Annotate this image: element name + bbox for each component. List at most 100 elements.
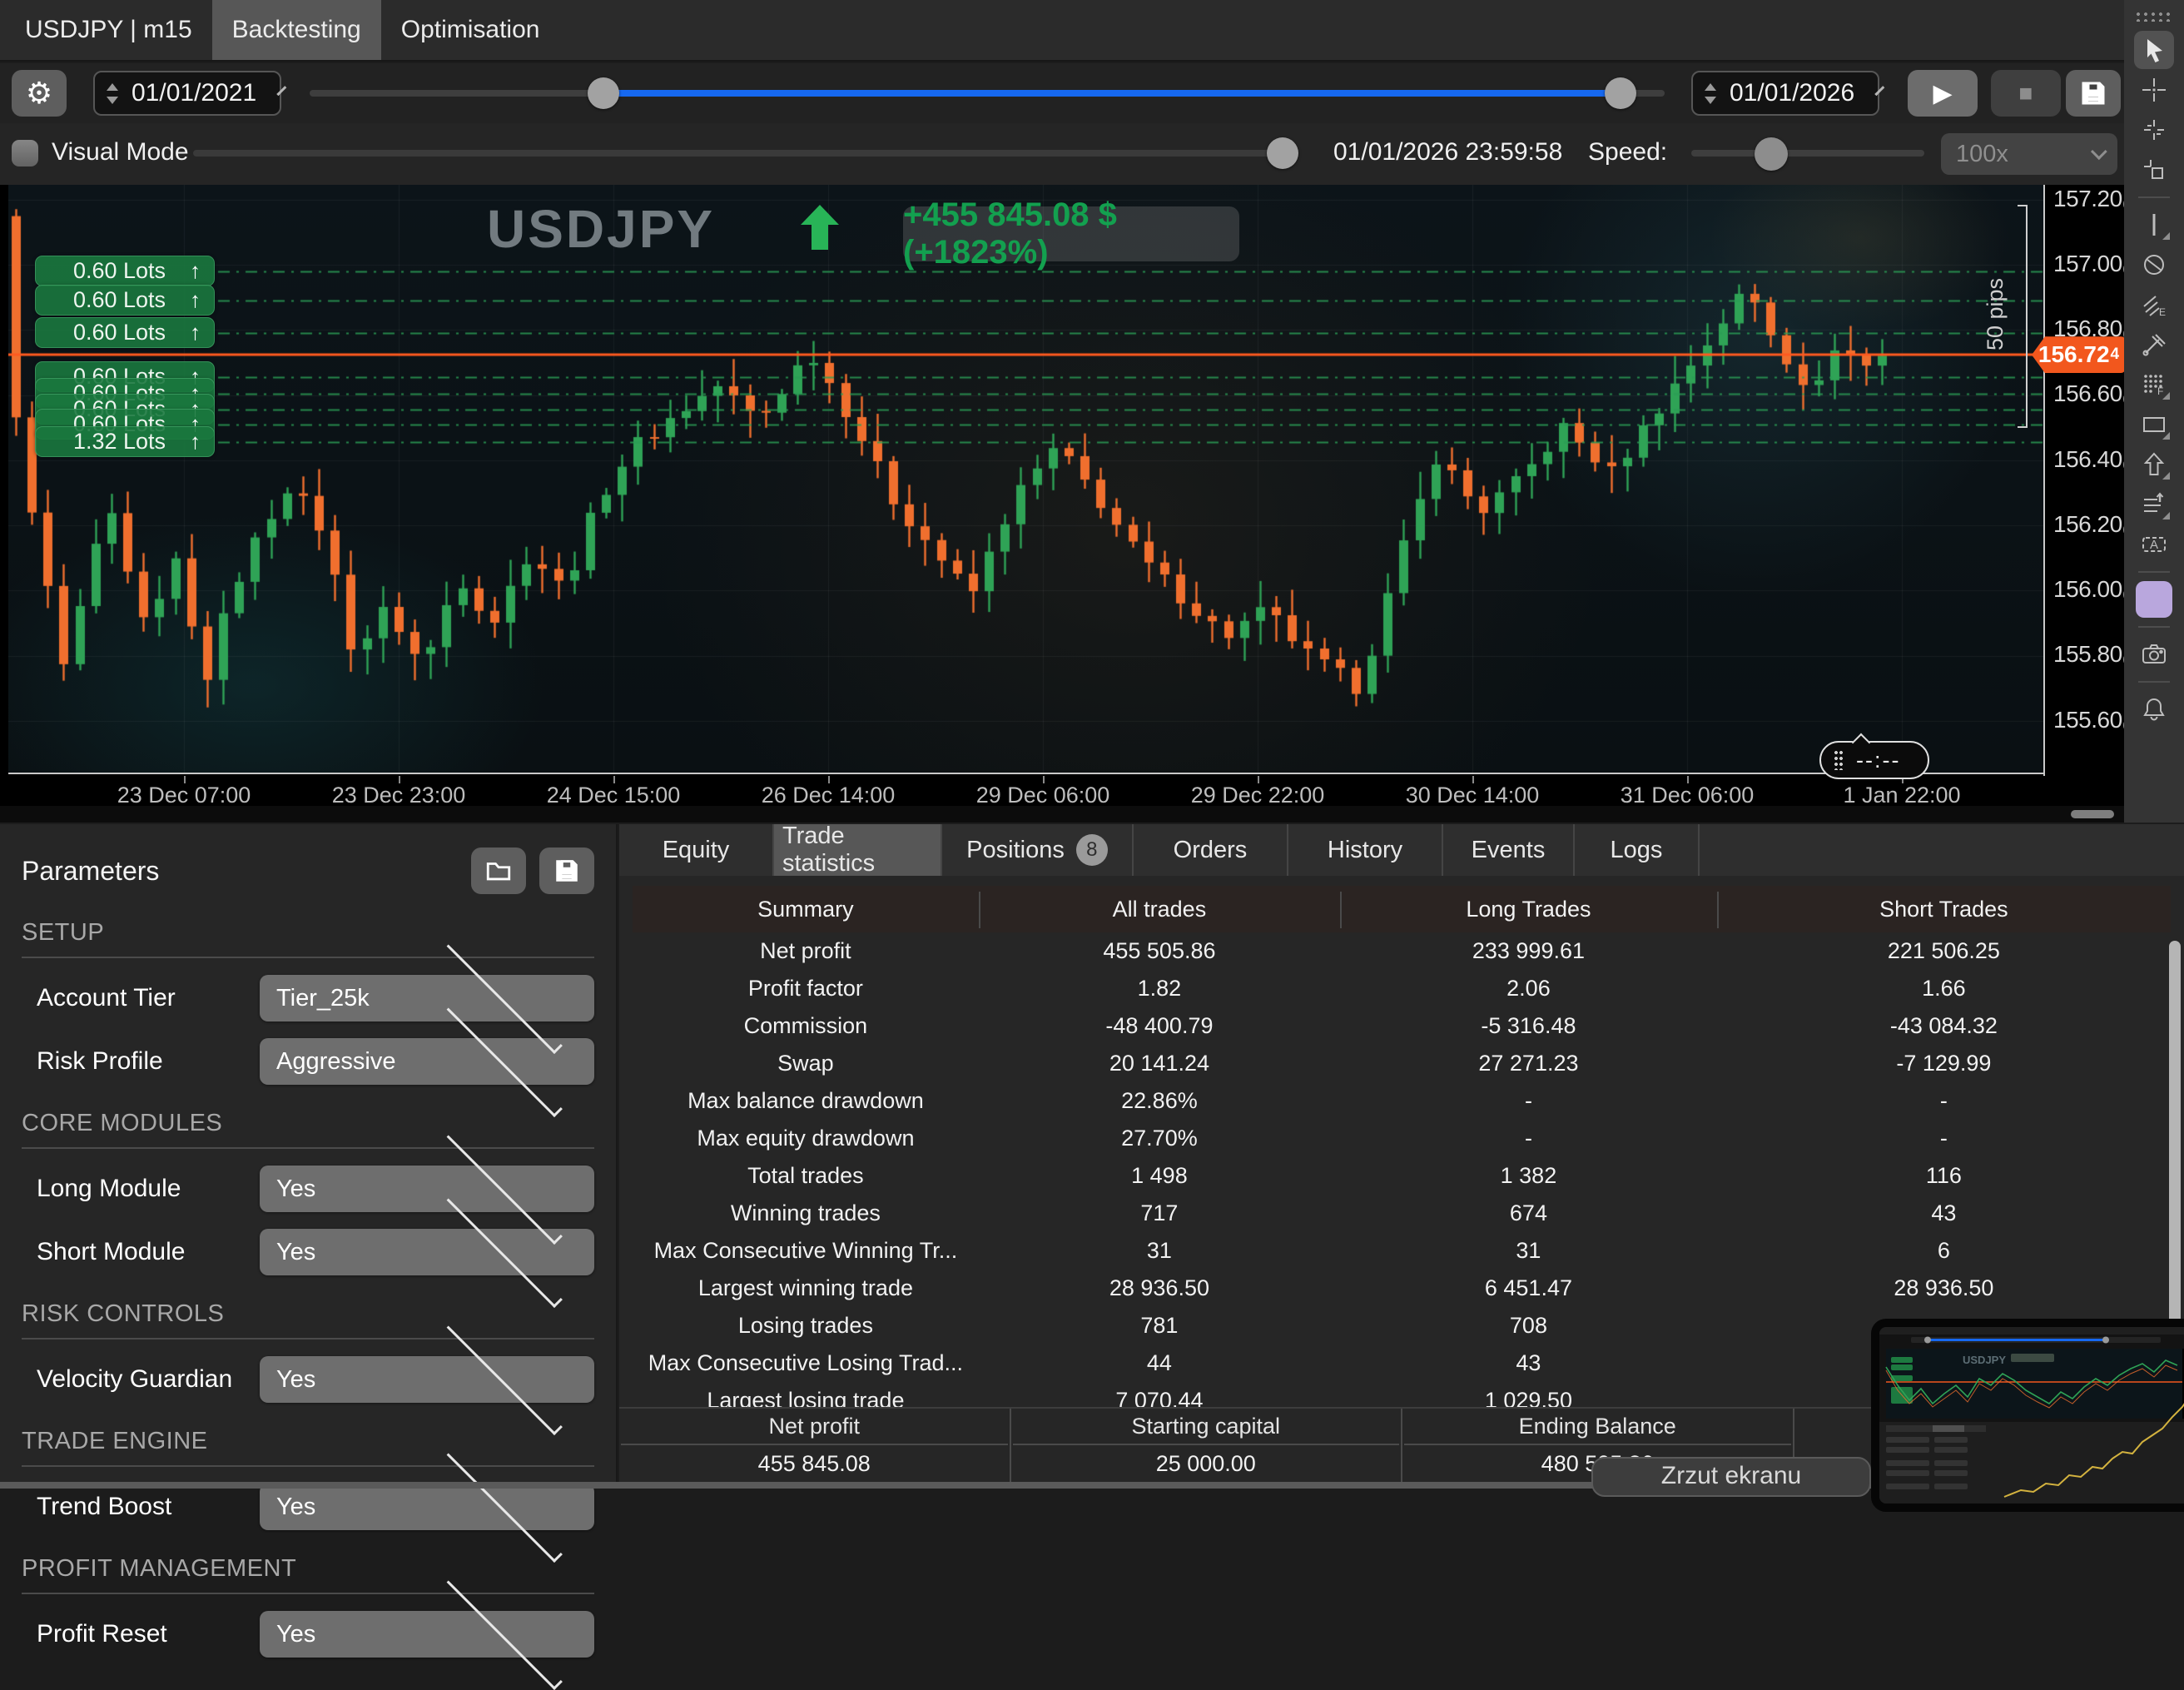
open-trade-label[interactable]: 1.32 Lots↑	[35, 426, 215, 457]
no-draw-icon	[2139, 250, 2169, 280]
parameter-select-account-tier[interactable]: Tier_25k	[260, 975, 594, 1021]
no-draw-tool-button[interactable]	[2134, 246, 2174, 284]
tab-equity[interactable]: Equity	[619, 824, 774, 876]
vertical-line-tool-button[interactable]	[2134, 206, 2174, 244]
chevron-down-icon	[446, 1320, 562, 1435]
color-swatch-button[interactable]	[2134, 580, 2174, 619]
window-tab-usdjpy-m15[interactable]: USDJPY | m15	[5, 0, 212, 60]
pitchfork-tool-button[interactable]	[2134, 326, 2174, 364]
speed-slider-track[interactable]	[1691, 150, 1924, 157]
range-slider-left-handle[interactable]	[588, 77, 619, 109]
parameter-select-profit-reset[interactable]: Yes	[260, 1611, 594, 1658]
range-slider-right-handle[interactable]	[1605, 77, 1636, 109]
camera-icon	[2139, 639, 2169, 669]
toolbar-divider	[2138, 196, 2170, 198]
footer-value: 25 000.00	[1011, 1445, 1402, 1482]
window-tab-backtesting[interactable]: Backtesting	[212, 0, 381, 60]
tab-logs[interactable]: Logs	[1575, 824, 1700, 876]
table-row: Swap20 141.2427 271.23-7 129.99	[633, 1045, 2171, 1082]
parameter-select-velocity-guardian[interactable]: Yes	[260, 1356, 594, 1403]
visual-mode-checkbox[interactable]	[12, 140, 38, 167]
save-run-button[interactable]	[2066, 70, 2121, 117]
rectangle-tool-button[interactable]	[2134, 405, 2174, 444]
parameter-select-value: Yes	[276, 1621, 426, 1648]
candlestick-canvas[interactable]	[8, 185, 2043, 774]
parameter-select-long-module[interactable]: Yes	[260, 1166, 594, 1212]
speed-select[interactable]: 100x	[1941, 133, 2117, 175]
settings-button[interactable]: ⚙	[12, 70, 67, 117]
parameter-select-risk-profile[interactable]: Aggressive	[260, 1038, 594, 1085]
playback-timestamp: 01/01/2026 23:59:58	[1333, 138, 1562, 167]
crosshair-square-tool-button[interactable]	[2134, 151, 2174, 189]
tab-history[interactable]: History	[1288, 824, 1443, 876]
time-axis[interactable]: 23 Dec 07:0023 Dec 23:0024 Dec 15:0026 D…	[0, 776, 2124, 806]
fib-grid-tool-button[interactable]: F	[2134, 365, 2174, 404]
stat-value: 1.82	[979, 976, 1340, 1002]
channel-e-tool-button[interactable]: E	[2134, 286, 2174, 324]
drag-grip-icon[interactable]	[1834, 750, 1844, 770]
stat-value: 20 141.24	[979, 1051, 1340, 1076]
parameter-select-trend-boost[interactable]: Yes	[260, 1484, 594, 1530]
speed-slider-handle[interactable]	[1755, 137, 1788, 171]
time-label: 26 Dec 14:00	[762, 783, 896, 808]
toolbar-grip-icon[interactable]	[2136, 12, 2172, 22]
chart-horizontal-scrollbar[interactable]	[0, 806, 2124, 823]
parameter-row: Risk ProfileAggressive	[37, 1038, 594, 1085]
text-tool-tool-button[interactable]: A	[2134, 525, 2174, 564]
save-icon	[553, 857, 581, 885]
load-parameters-button[interactable]	[471, 847, 526, 894]
start-date-picker[interactable]: 01/01/2021	[93, 71, 281, 116]
time-label: 31 Dec 06:00	[1621, 783, 1755, 808]
tab-label: Trade statistics	[782, 823, 932, 877]
stat-value: 1 498	[979, 1163, 1340, 1189]
crosshair-tool-button[interactable]	[2134, 71, 2174, 109]
tab-orders[interactable]: Orders	[1134, 824, 1288, 876]
section-divider	[22, 1465, 594, 1467]
stat-value: 233 999.61	[1340, 938, 1717, 964]
tab-trade-statistics[interactable]: Trade statistics	[774, 824, 942, 876]
folder-icon	[484, 857, 513, 885]
stat-value: 116	[1717, 1163, 2171, 1189]
arrow-shape-tool-button[interactable]	[2134, 445, 2174, 484]
parameter-label: Risk Profile	[37, 1047, 260, 1076]
date-stepper-icon[interactable]	[107, 83, 118, 104]
crosshair-dot-tool-button[interactable]	[2134, 111, 2174, 149]
date-stepper-icon[interactable]	[1705, 83, 1716, 104]
stat-value: 31	[1340, 1238, 1717, 1264]
camera-tool-button[interactable]	[2134, 635, 2174, 674]
playback-progress-track[interactable]	[193, 150, 1298, 157]
forecast-tool-button[interactable]	[2134, 485, 2174, 524]
chart-scrollbar-thumb[interactable]	[2071, 810, 2114, 818]
column-header-long-trades: Long Trades	[1340, 897, 1717, 922]
open-trade-label[interactable]: 0.60 Lots↑	[35, 285, 215, 316]
backtest-preview-thumbnail[interactable]: USDJPY	[1871, 1319, 2184, 1512]
section-divider	[22, 1338, 594, 1340]
end-date-value: 01/01/2026	[1730, 79, 1854, 107]
save-parameters-button[interactable]	[539, 847, 594, 894]
pips-measure-bracket	[2026, 205, 2028, 428]
stat-name: Total trades	[633, 1163, 979, 1189]
cursor-tool-button[interactable]	[2134, 31, 2174, 69]
bell-tool-button[interactable]	[2134, 690, 2174, 728]
stats-table-scrollbar[interactable]	[2169, 941, 2181, 1332]
screenshot-button[interactable]: Zrzut ekranu	[1591, 1457, 1871, 1497]
section-title-profit-management: PROFIT MANAGEMENT	[22, 1555, 594, 1583]
parameter-select-short-module[interactable]: Yes	[260, 1229, 594, 1275]
stop-button[interactable]: ■	[1991, 70, 2061, 117]
playback-progress-handle[interactable]	[1267, 137, 1298, 169]
price-axis[interactable]: 156.724 157.200157.000156.800156.600156.…	[2043, 185, 2124, 776]
parameter-label: Short Module	[37, 1238, 260, 1266]
tab-events[interactable]: Events	[1443, 824, 1575, 876]
symbol-watermark: USDJPY	[487, 198, 715, 260]
parameter-label: Profit Reset	[37, 1620, 260, 1648]
open-trade-label[interactable]: 0.60 Lots↑	[35, 317, 215, 348]
stat-value: 781	[979, 1313, 1340, 1339]
tab-label: Positions	[966, 837, 1065, 864]
time-cursor-tooltip[interactable]: --:--	[1819, 741, 1929, 779]
open-trade-label[interactable]: 0.60 Lots↑	[35, 256, 215, 286]
tab-positions[interactable]: Positions8	[942, 824, 1134, 876]
window-tab-optimisation[interactable]: Optimisation	[381, 0, 560, 60]
end-date-picker[interactable]: 01/01/2026	[1691, 71, 1879, 116]
candlestick-plot[interactable]: USDJPY +455 845.08 $ (+1823%) 0.60 Lots↑…	[8, 185, 2043, 774]
play-button[interactable]: ▶	[1908, 70, 1978, 117]
